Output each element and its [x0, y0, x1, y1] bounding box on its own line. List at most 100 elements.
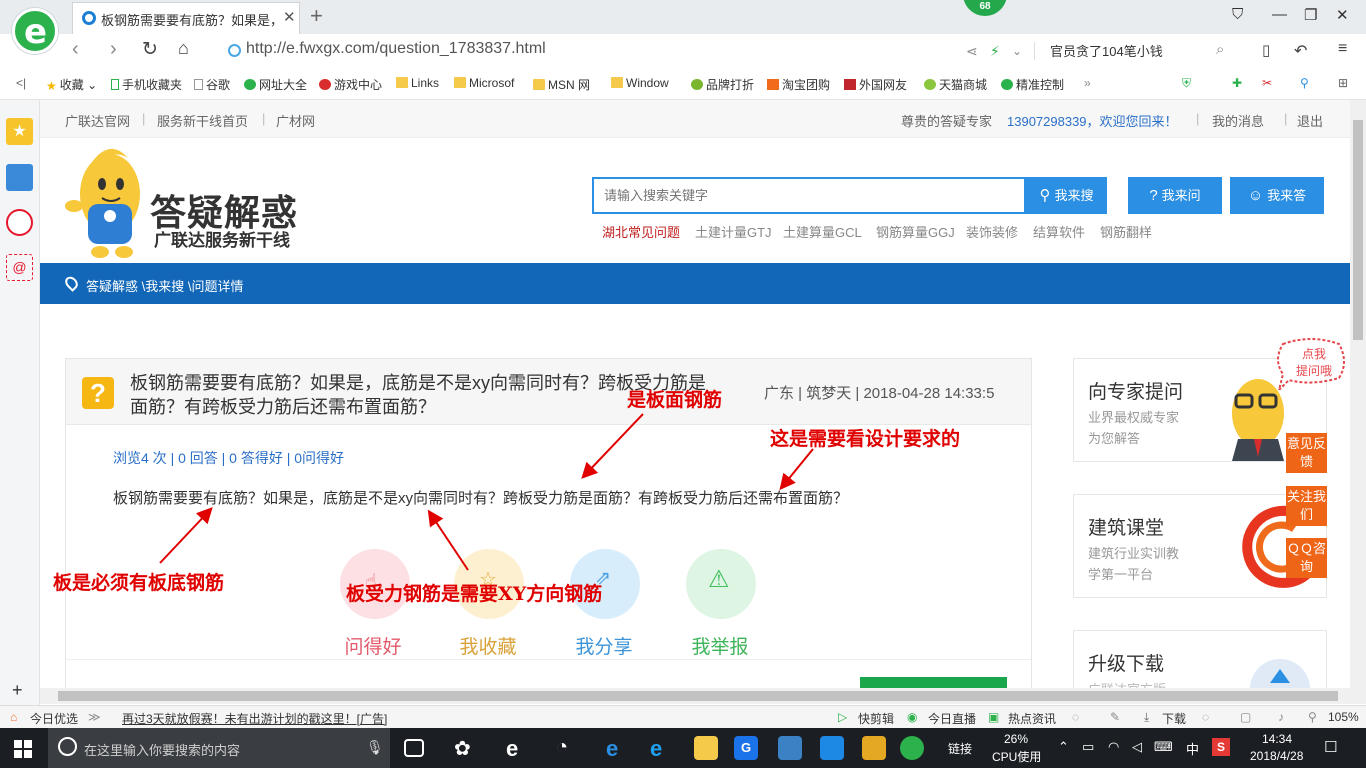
logout-link[interactable]: 退出: [1297, 111, 1323, 130]
file-explorer-icon[interactable]: [694, 736, 718, 760]
hot-keyword[interactable]: 土建计量GTJ: [695, 222, 772, 241]
search-icon[interactable]: ⌕: [1216, 41, 1224, 58]
weibo-icon[interactable]: [6, 209, 33, 236]
pin-icon[interactable]: ✎: [1110, 710, 1120, 724]
bookmark-favorites[interactable]: ★ 收藏 ⌄: [46, 76, 97, 93]
bookmark-item[interactable]: 手机收藏夹: [111, 76, 182, 93]
browser-taskbar-icon[interactable]: e: [506, 736, 530, 761]
forward-icon[interactable]: ›: [110, 38, 117, 61]
bookmark-item[interactable]: 淘宝团购: [767, 76, 830, 93]
hot-news[interactable]: 热点资讯: [1008, 710, 1056, 727]
browser-active-icon[interactable]: [900, 736, 924, 760]
upgrade-download-card[interactable]: 升级下载 广联达官方版: [1073, 630, 1327, 688]
notification-icon[interactable]: ☐: [1324, 738, 1337, 756]
report-action-button[interactable]: ⚠: [686, 549, 756, 619]
search-input[interactable]: [594, 179, 1024, 212]
task-view-icon[interactable]: [404, 739, 424, 757]
breadcrumb[interactable]: 答疑解惑 \我来搜 \问题详情: [86, 276, 243, 295]
skin-icon[interactable]: ⛉: [1232, 6, 1243, 23]
counter-badge[interactable]: 68: [963, 0, 1007, 16]
speed-mode-icon[interactable]: ⚡: [990, 43, 1000, 60]
pinwheel-app-icon[interactable]: ✿: [454, 736, 478, 760]
nav-link-material[interactable]: 广材网: [276, 111, 315, 130]
nav-link-home[interactable]: 服务新干线首页: [157, 111, 248, 130]
window-icon[interactable]: ▢: [1240, 710, 1251, 724]
bookmark-folder[interactable]: MSN 网: [533, 76, 590, 93]
quick-edit[interactable]: 快剪辑: [858, 710, 894, 727]
search-button[interactable]: ⚲ 我来搜: [1026, 177, 1107, 214]
accelerate-icon[interactable]: ◌: [1072, 710, 1079, 724]
link-label[interactable]: 链接: [948, 740, 972, 757]
scroll-thumb[interactable]: [58, 691, 1338, 701]
menu-icon[interactable]: ≡: [1338, 40, 1347, 58]
hot-keyword[interactable]: 结算软件: [1033, 222, 1085, 241]
share-icon[interactable]: ⋖: [966, 43, 978, 60]
answer-button[interactable]: ☺ 我来答: [1230, 177, 1324, 214]
report-label[interactable]: 我举报: [670, 632, 770, 659]
grid-icon[interactable]: ⊞: [1338, 76, 1348, 90]
keyboard-icon[interactable]: ⌨: [1154, 739, 1173, 755]
windows-start-icon[interactable]: [14, 740, 32, 758]
follow-us-float-button[interactable]: 关注我们: [1286, 486, 1327, 526]
favorite-label[interactable]: 我收藏: [438, 632, 538, 659]
app-icon[interactable]: [778, 736, 802, 760]
feedback-float-button[interactable]: 意见反馈: [1286, 433, 1327, 473]
chevron-down-icon[interactable]: ⌄: [1012, 44, 1022, 58]
status-ad-link[interactable]: 再过3天就放假赛！未有出游计划的戳这里！[广告]: [122, 710, 387, 727]
favorites-star-icon[interactable]: ★: [6, 118, 33, 145]
like-label[interactable]: 问得好: [323, 632, 423, 659]
close-window-icon[interactable]: ✕: [1336, 6, 1349, 24]
zoom-icon[interactable]: ⚲: [1308, 710, 1317, 724]
close-tab-icon[interactable]: ✕: [283, 8, 296, 26]
hot-keyword[interactable]: 装饰装修: [966, 222, 1018, 241]
browser-logo-icon[interactable]: e: [12, 8, 58, 54]
today-picks[interactable]: 今日优选: [30, 710, 78, 727]
bookmark-item[interactable]: 谷歌: [194, 76, 230, 93]
reading-list-icon[interactable]: [6, 164, 33, 191]
undo-icon[interactable]: ↶: [1294, 41, 1307, 61]
wifi-icon[interactable]: ◠: [1108, 739, 1119, 755]
today-live[interactable]: 今日直播: [928, 710, 976, 727]
answer-question-button[interactable]: [860, 677, 1007, 688]
share-label[interactable]: 我分享: [554, 632, 654, 659]
collapse-sidebar-icon[interactable]: <|: [16, 76, 26, 90]
ask-button[interactable]: ? 我来问: [1128, 177, 1222, 214]
clock-date[interactable]: 2018/4/28: [1250, 749, 1303, 763]
extension-icon[interactable]: ✚: [1232, 76, 1242, 90]
clean-icon[interactable]: ◌: [1202, 710, 1209, 724]
bookmark-item[interactable]: 天猫商城: [924, 76, 987, 93]
bookmark-item[interactable]: 网址大全: [244, 76, 307, 93]
restore-icon[interactable]: ❐: [1304, 6, 1317, 24]
new-tab-icon[interactable]: +: [310, 3, 323, 29]
magnifier-icon[interactable]: ⚲: [1300, 76, 1309, 90]
clock-time[interactable]: 14:34: [1262, 732, 1292, 746]
horizontal-scrollbar[interactable]: [40, 688, 1366, 704]
browser-tab-active[interactable]: 板钢筋需要要有底筋？如果是，底 ✕: [72, 2, 300, 34]
sogou-icon[interactable]: S: [1212, 738, 1230, 756]
hot-keyword[interactable]: 钢筋算量GGJ: [876, 222, 955, 241]
app-icon[interactable]: [862, 736, 886, 760]
nav-link-glodon[interactable]: 广联达官网: [65, 111, 130, 130]
hot-keyword[interactable]: 湖北常见问题: [602, 222, 680, 241]
ie-icon[interactable]: e: [650, 736, 674, 761]
bookmark-item[interactable]: 游戏中心: [319, 76, 382, 93]
vertical-scrollbar[interactable]: [1350, 100, 1366, 688]
hot-keyword[interactable]: 钢筋翻样: [1100, 222, 1152, 241]
app-icon[interactable]: [820, 736, 844, 760]
mascot-logo[interactable]: [62, 144, 152, 262]
mail-icon[interactable]: @: [6, 254, 33, 281]
welcome-text[interactable]: 13907298339，欢迎您回来！: [1007, 111, 1178, 130]
ime-indicator[interactable]: 中: [1186, 739, 1199, 758]
shield-icon[interactable]: ⛨: [1182, 76, 1191, 91]
bookmark-folder[interactable]: Window: [611, 76, 669, 90]
app-icon[interactable]: ◔: [556, 736, 580, 760]
zoom-level[interactable]: 105%: [1328, 710, 1359, 724]
url-text[interactable]: http://e.fwxgx.com/question_1783837.html: [246, 40, 546, 58]
network-icon[interactable]: ▭: [1082, 739, 1094, 755]
home-icon[interactable]: ⌂: [178, 38, 189, 59]
search-engine-field[interactable]: 官员贪了104笔小钱: [1050, 41, 1163, 60]
more-bookmarks-icon[interactable]: »: [1084, 76, 1091, 90]
glodon-icon[interactable]: G: [734, 736, 758, 760]
chevron-up-icon[interactable]: ⌃: [1058, 739, 1069, 755]
back-icon[interactable]: ‹: [72, 38, 79, 61]
